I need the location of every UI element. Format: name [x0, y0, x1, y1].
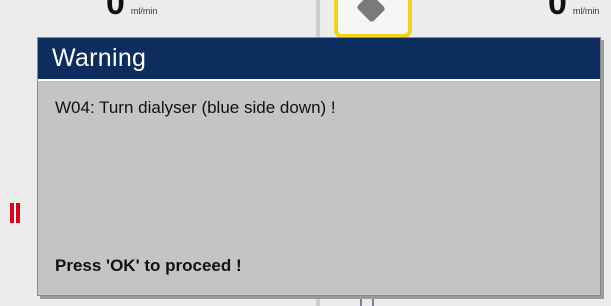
left-flow-unit: ml/min [130, 6, 158, 16]
left-flow-value: 0 [106, 0, 125, 22]
right-flow-readout: 0 ml/min [548, 0, 599, 20]
right-flow-value: 0 [548, 0, 567, 22]
dialog-header: Warning [38, 38, 600, 81]
alarm-marker-icon [10, 203, 20, 223]
wrench-icon [356, 0, 386, 23]
left-flow-readout: 0 ml/min [106, 0, 157, 20]
right-flow-unit: ml/min [572, 6, 600, 16]
bottom-indicator-icon [360, 296, 374, 306]
warning-message: W04: Turn dialyser (blue side down) ! [55, 98, 336, 117]
dialog-title: Warning [52, 44, 147, 72]
pump-status-icon [334, 0, 412, 38]
warning-dialog[interactable]: Warning W04: Turn dialyser (blue side do… [37, 37, 601, 296]
proceed-instruction: Press 'OK' to proceed ! [55, 256, 242, 275]
